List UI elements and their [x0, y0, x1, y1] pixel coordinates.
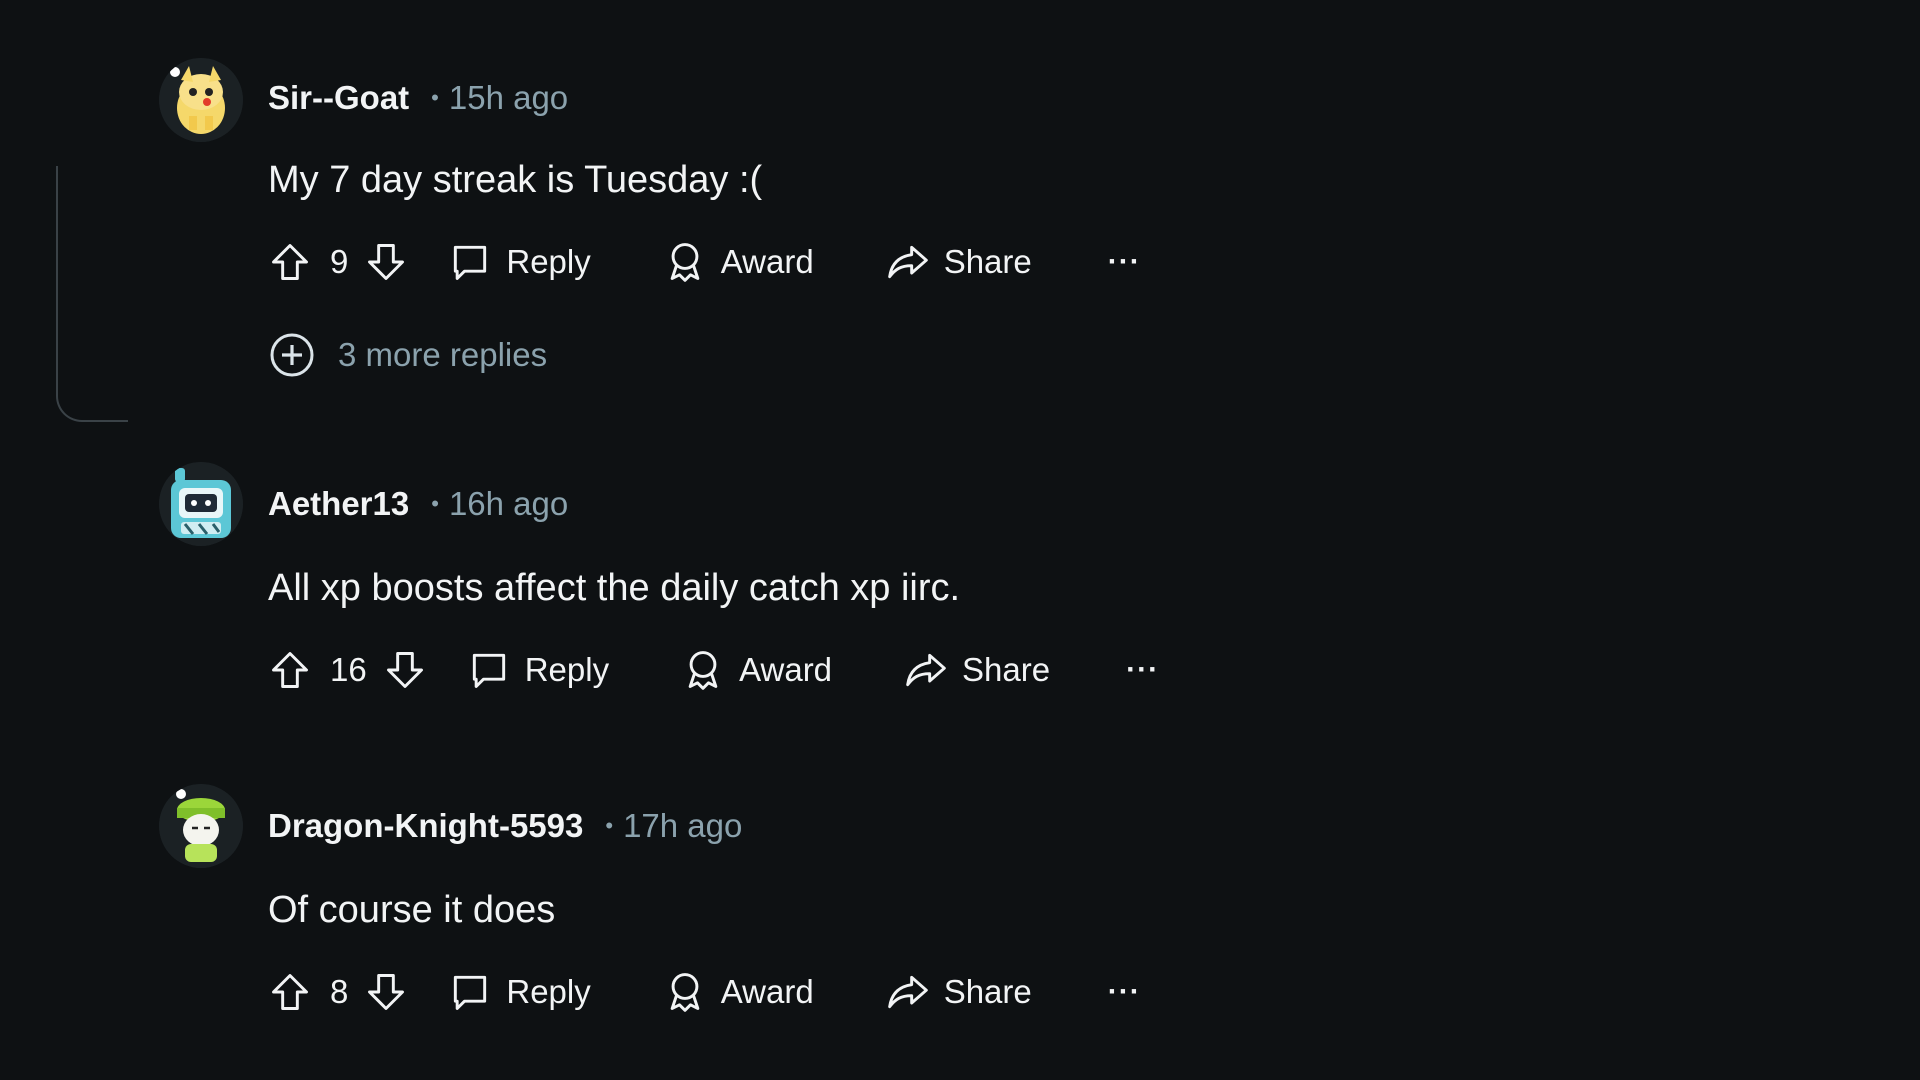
- comment-actions: 16 Reply Award Share ···: [268, 622, 1459, 718]
- upvote-icon: [272, 244, 308, 280]
- comment-author[interactable]: Dragon-Knight-5593: [268, 807, 583, 845]
- comment-actions: 8 Reply Award Share ···: [268, 944, 1459, 1040]
- reply-button[interactable]: Reply: [448, 240, 591, 284]
- plus-circle-icon: [270, 333, 314, 377]
- comment-header: Aether13 • 16h ago: [159, 454, 1459, 554]
- comment-timestamp[interactable]: 15h ago: [449, 79, 568, 117]
- reply-label: Reply: [506, 243, 591, 280]
- award-button[interactable]: Award: [663, 970, 814, 1014]
- share-label: Share: [943, 973, 1032, 1010]
- share-icon: [887, 245, 928, 279]
- robot-avatar-icon: [159, 462, 243, 546]
- vote-count: 9: [330, 243, 349, 280]
- comment-bubble-icon: [454, 975, 487, 1010]
- downvote-icon: [386, 652, 423, 688]
- comment-author[interactable]: Sir--Goat: [268, 79, 409, 117]
- downvote-button[interactable]: [364, 240, 408, 284]
- share-label: Share: [962, 651, 1051, 688]
- downvote-icon: [368, 974, 405, 1010]
- comment: Sir--Goat • 15h ago My 7 day streak is T…: [56, 50, 1459, 454]
- upvote-button[interactable]: [268, 648, 312, 692]
- knight-avatar-icon: [159, 784, 243, 868]
- downvote-button[interactable]: [364, 970, 408, 1014]
- comment-bubble-icon: [472, 653, 505, 688]
- comment-timestamp[interactable]: 17h ago: [623, 807, 742, 845]
- award-icon: [670, 973, 700, 1012]
- award-label: Award: [720, 973, 814, 1010]
- reply-label: Reply: [524, 651, 610, 688]
- avatar[interactable]: [159, 462, 243, 546]
- comment-body: All xp boosts affect the daily catch xp …: [268, 567, 961, 609]
- comment-timestamp[interactable]: 16h ago: [449, 485, 568, 523]
- downvote-icon: [368, 244, 405, 280]
- comment-header: Sir--Goat • 15h ago: [159, 50, 1459, 146]
- more-options-button[interactable]: ···: [1108, 245, 1141, 279]
- more-replies-label: 3 more replies: [338, 336, 548, 373]
- vote-count: 16: [330, 651, 367, 688]
- award-label: Award: [739, 651, 833, 688]
- more-options-button[interactable]: ···: [1126, 653, 1159, 687]
- avatar[interactable]: [159, 58, 243, 142]
- separator-dot: •: [605, 813, 614, 838]
- share-icon: [887, 975, 928, 1009]
- award-button[interactable]: Award: [663, 240, 814, 284]
- share-button[interactable]: Share: [886, 970, 1032, 1014]
- downvote-button[interactable]: [383, 648, 427, 692]
- comment: Dragon-Knight-5593 • 17h ago Of course i…: [159, 776, 1459, 1040]
- share-icon: [906, 653, 946, 687]
- more-replies-link[interactable]: 3 more replies: [268, 310, 1459, 400]
- comment-body: Of course it does: [268, 889, 556, 931]
- separator-dot: •: [431, 491, 439, 516]
- reply-button[interactable]: Reply: [448, 970, 591, 1014]
- award-icon: [670, 243, 700, 282]
- upvote-icon: [272, 974, 308, 1010]
- share-label: Share: [943, 243, 1032, 280]
- upvote-button[interactable]: [268, 970, 312, 1014]
- comment-thread: Sir--Goat • 15h ago My 7 day streak is T…: [56, 50, 1459, 1040]
- award-button[interactable]: Award: [681, 648, 832, 692]
- share-button[interactable]: Share: [904, 648, 1050, 692]
- thread-connector-line: [56, 166, 128, 422]
- reply-button[interactable]: Reply: [467, 648, 609, 692]
- comment-actions: 9 Reply Award Share ···: [268, 214, 1459, 310]
- comment-author[interactable]: Aether13: [268, 485, 409, 523]
- comment-header: Dragon-Knight-5593 • 17h ago: [159, 776, 1459, 876]
- comment: Aether13 • 16h ago All xp boosts affect …: [159, 454, 1459, 776]
- avatar[interactable]: [159, 784, 243, 868]
- reply-label: Reply: [506, 973, 591, 1010]
- vote-count: 8: [330, 973, 349, 1010]
- upvote-icon: [272, 652, 308, 688]
- share-button[interactable]: Share: [886, 240, 1032, 284]
- award-label: Award: [720, 243, 814, 280]
- comment-bubble-icon: [454, 245, 487, 280]
- upvote-button[interactable]: [268, 240, 312, 284]
- more-options-button[interactable]: ···: [1108, 975, 1141, 1009]
- award-icon: [688, 651, 718, 690]
- comment-body: My 7 day streak is Tuesday :(: [268, 159, 763, 201]
- separator-dot: •: [431, 85, 439, 110]
- goat-avatar-icon: [159, 58, 243, 142]
